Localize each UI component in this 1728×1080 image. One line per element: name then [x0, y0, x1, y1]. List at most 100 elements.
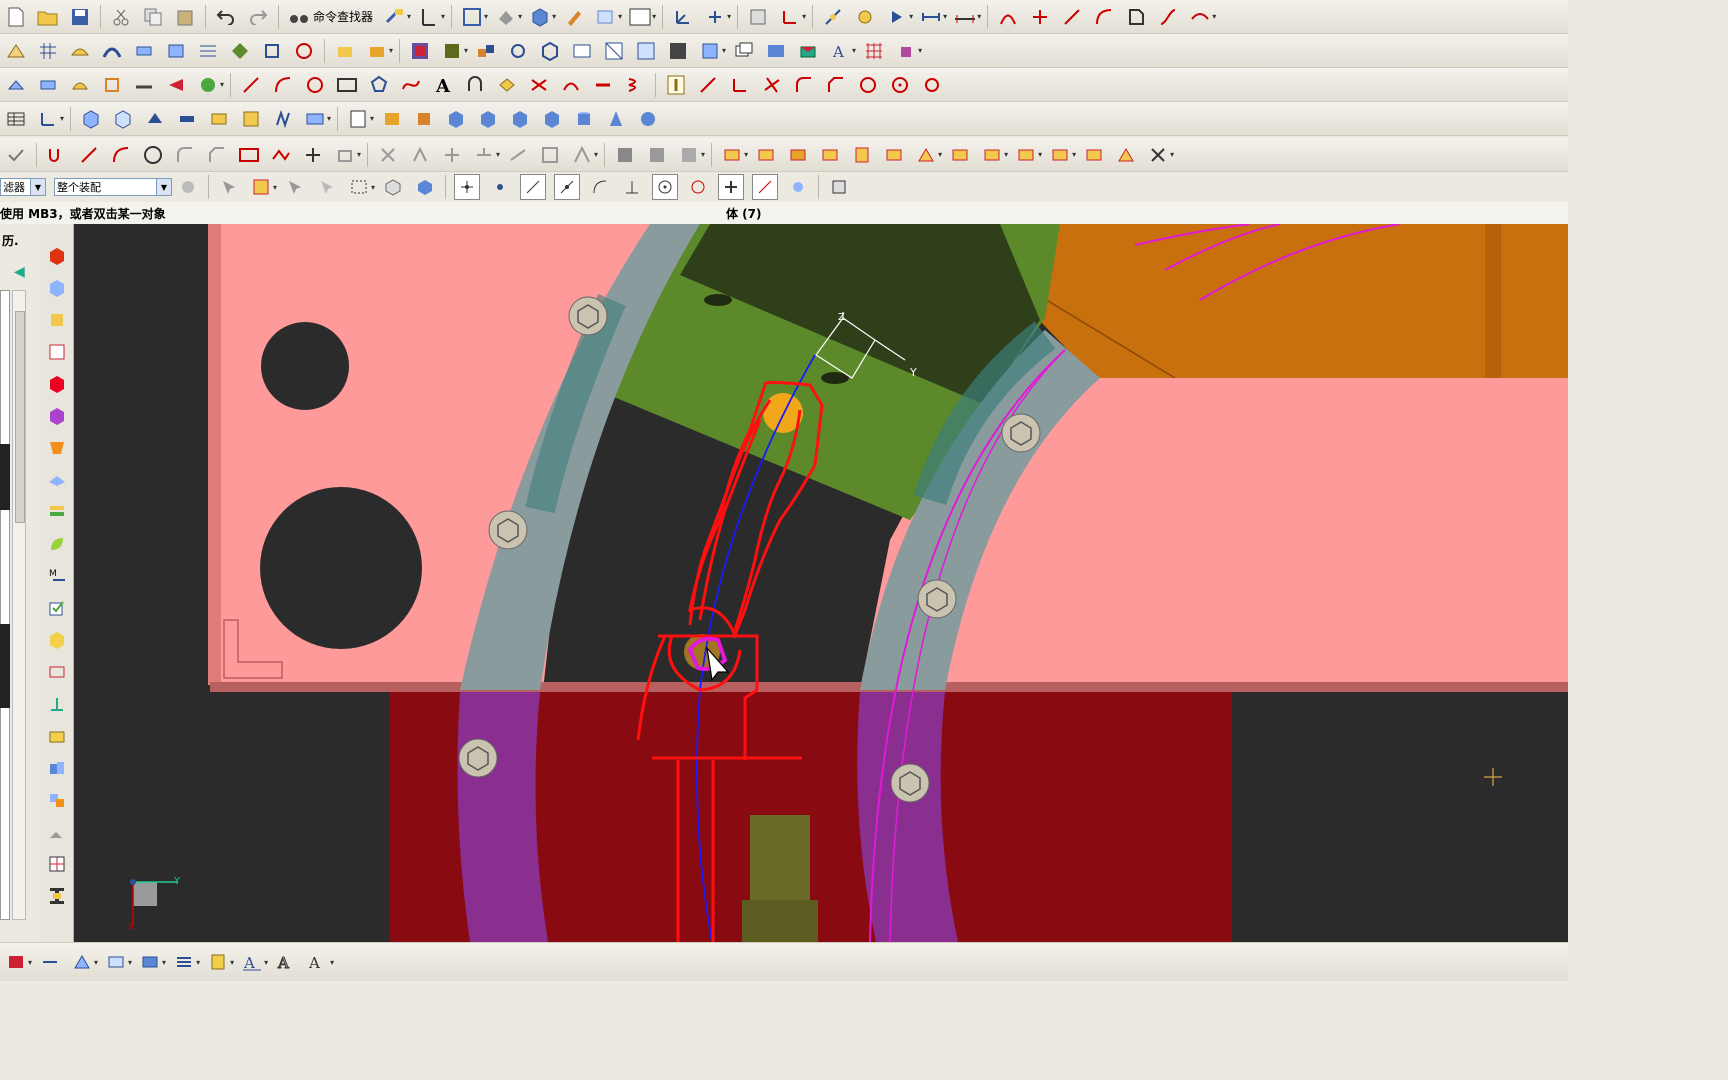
- constraint-7-icon[interactable]: [570, 143, 594, 167]
- box-view-icon[interactable]: [528, 5, 552, 29]
- grid-snap-icon[interactable]: [862, 39, 886, 63]
- bottom-tool-6-icon[interactable]: [172, 950, 196, 974]
- spline-icon[interactable]: [399, 73, 423, 97]
- select-all-icon[interactable]: [217, 175, 241, 199]
- datum-icon[interactable]: [36, 107, 60, 131]
- profile-icon[interactable]: [45, 143, 69, 167]
- snap-select-icon[interactable]: [249, 175, 273, 199]
- sketch-line-icon[interactable]: [696, 73, 720, 97]
- constraint-2-icon[interactable]: [408, 143, 432, 167]
- feature-4-icon[interactable]: [100, 73, 124, 97]
- mold-8-icon[interactable]: [948, 143, 972, 167]
- project-icon[interactable]: [495, 73, 519, 97]
- assembly-6-icon[interactable]: [634, 39, 658, 63]
- sketch-fillet-2-icon[interactable]: [173, 143, 197, 167]
- orange-block[interactable]: [1010, 224, 1568, 378]
- trim-icon[interactable]: [132, 39, 156, 63]
- snap-perp-icon[interactable]: [620, 175, 644, 199]
- part-nav-icon[interactable]: [45, 340, 69, 364]
- yellow-box-icon[interactable]: [45, 628, 69, 652]
- sketch-surface-icon[interactable]: [4, 39, 28, 63]
- blend-icon[interactable]: [292, 39, 316, 63]
- solid-2-icon[interactable]: [111, 107, 135, 131]
- mold-3-icon[interactable]: [786, 143, 810, 167]
- deselect-icon[interactable]: [315, 175, 339, 199]
- snap-line-2-icon[interactable]: [554, 174, 581, 200]
- grid-toggle-icon[interactable]: [827, 175, 851, 199]
- snap-quadrant-icon[interactable]: [686, 175, 710, 199]
- window-icon[interactable]: [628, 5, 652, 29]
- diamond-icon[interactable]: [228, 39, 252, 63]
- feature-2-icon[interactable]: [36, 73, 60, 97]
- sketch-line-2-icon[interactable]: [77, 143, 101, 167]
- polygon-icon[interactable]: [367, 73, 391, 97]
- constraint-6-icon[interactable]: [538, 143, 562, 167]
- paint-icon[interactable]: [562, 5, 586, 29]
- body-filter-icon[interactable]: [413, 175, 437, 199]
- mold-5-icon[interactable]: [850, 143, 874, 167]
- tree-list[interactable]: [0, 290, 10, 920]
- bolt[interactable]: [488, 510, 528, 550]
- feature-3-icon[interactable]: [68, 73, 92, 97]
- assembly-8-icon[interactable]: [698, 39, 722, 63]
- assembly-1-icon[interactable]: [474, 39, 498, 63]
- check-box-icon[interactable]: [45, 596, 69, 620]
- cube-4-icon[interactable]: [540, 107, 564, 131]
- cad-icon[interactable]: [45, 692, 69, 716]
- cube-3-icon[interactable]: [508, 107, 532, 131]
- constraint-5-icon[interactable]: [506, 143, 530, 167]
- table-icon[interactable]: [4, 107, 28, 131]
- feature-5-icon[interactable]: [132, 73, 156, 97]
- sweep-icon[interactable]: [100, 39, 124, 63]
- large-hole[interactable]: [260, 487, 422, 649]
- feature-7-icon[interactable]: [196, 73, 220, 97]
- cylinder-icon[interactable]: [572, 107, 596, 131]
- rect-select-icon[interactable]: [347, 175, 371, 199]
- assembly-nav-icon[interactable]: [45, 276, 69, 300]
- stack-icon[interactable]: [45, 500, 69, 524]
- bottom-tool-4-icon[interactable]: [104, 950, 128, 974]
- snap-line-icon[interactable]: [520, 174, 547, 200]
- type-filter-select[interactable]: 滤器 ▼: [0, 178, 46, 196]
- paste-icon[interactable]: [173, 5, 197, 29]
- hammer-icon[interactable]: [383, 5, 407, 29]
- body-2-icon[interactable]: [365, 39, 389, 63]
- save-icon[interactable]: [68, 5, 92, 29]
- sketch-arc-icon[interactable]: [109, 143, 133, 167]
- cube-1-icon[interactable]: [444, 107, 468, 131]
- mold-9-icon[interactable]: [980, 143, 1004, 167]
- text-style-icon[interactable]: A: [828, 39, 852, 63]
- snap-face-icon[interactable]: [786, 175, 810, 199]
- redo-icon[interactable]: [246, 5, 270, 29]
- bottom-tool-2-icon[interactable]: [38, 950, 62, 974]
- plane-icon[interactable]: [45, 468, 69, 492]
- bolt[interactable]: [1001, 413, 1041, 453]
- bolt[interactable]: [568, 296, 608, 336]
- finish-sketch-icon[interactable]: [4, 143, 28, 167]
- snap-arc-icon[interactable]: [588, 175, 612, 199]
- sketch-chamfer-2-icon[interactable]: [205, 143, 229, 167]
- constraint-1-icon[interactable]: [376, 143, 400, 167]
- mold-7-icon[interactable]: [914, 143, 938, 167]
- circle-sketch-icon[interactable]: [303, 73, 327, 97]
- new-file-icon[interactable]: [4, 5, 28, 29]
- bridge-icon[interactable]: [559, 73, 583, 97]
- small-hole[interactable]: [261, 322, 349, 410]
- model-canvas[interactable]: Y Z Y X: [74, 224, 1568, 942]
- bottom-tool-3-icon[interactable]: [70, 950, 94, 974]
- render-icon[interactable]: [408, 39, 432, 63]
- scroll-thumb[interactable]: [15, 311, 25, 523]
- page-icon[interactable]: [346, 107, 370, 131]
- sketch-polyline-icon[interactable]: [269, 143, 293, 167]
- circle-3pt-icon[interactable]: [888, 73, 912, 97]
- assembly-5-icon[interactable]: [602, 39, 626, 63]
- line-icon[interactable]: [239, 73, 263, 97]
- component-filter-icon[interactable]: [381, 175, 405, 199]
- curve-offset-icon[interactable]: [463, 73, 487, 97]
- bolt[interactable]: [458, 738, 498, 778]
- view-2-icon[interactable]: [764, 39, 788, 63]
- tree-scrollbar[interactable]: [12, 290, 26, 920]
- constraint-3-icon[interactable]: [440, 143, 464, 167]
- curve-tool-1-icon[interactable]: [996, 5, 1020, 29]
- sketch-fillet-icon[interactable]: [792, 73, 816, 97]
